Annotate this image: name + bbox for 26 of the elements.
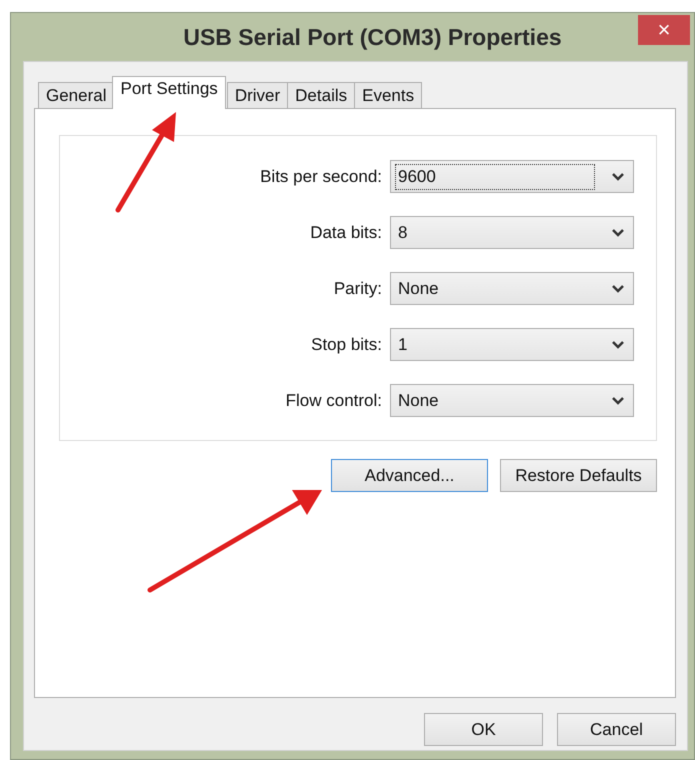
dropdown[interactable]: 8 <box>390 216 634 249</box>
dropdown[interactable]: None <box>390 384 634 417</box>
dropdown-value: 8 <box>397 222 408 244</box>
dropdown-value: None <box>397 278 440 300</box>
close-button[interactable]: × <box>638 15 690 45</box>
tab[interactable]: Details <box>287 82 356 108</box>
dialog-button[interactable]: OK <box>424 713 543 746</box>
field-label: Stop bits: <box>311 334 382 354</box>
dropdown-value: 9600 <box>395 164 595 190</box>
dropdown-value: 1 <box>397 334 408 356</box>
tab[interactable]: Port Settings <box>112 76 226 109</box>
field-label: Parity: <box>334 278 382 298</box>
field-label: Bits per second: <box>260 166 382 186</box>
field-label: Flow control: <box>286 390 382 410</box>
window-title: USB Serial Port (COM3) Properties <box>183 24 562 50</box>
tab[interactable]: General <box>38 82 114 108</box>
field-label: Data bits: <box>310 222 382 242</box>
action-button[interactable]: Advanced... <box>331 459 488 492</box>
dropdown[interactable]: 9600 <box>390 160 634 193</box>
tab[interactable]: Events <box>354 82 422 108</box>
dropdown[interactable]: 1 <box>390 328 634 361</box>
dropdown-value: None <box>397 390 440 412</box>
dialog-button[interactable]: Cancel <box>557 713 676 746</box>
dropdown[interactable]: None <box>390 272 634 305</box>
action-button[interactable]: Restore Defaults <box>500 459 657 492</box>
tab[interactable]: Driver <box>226 82 288 108</box>
